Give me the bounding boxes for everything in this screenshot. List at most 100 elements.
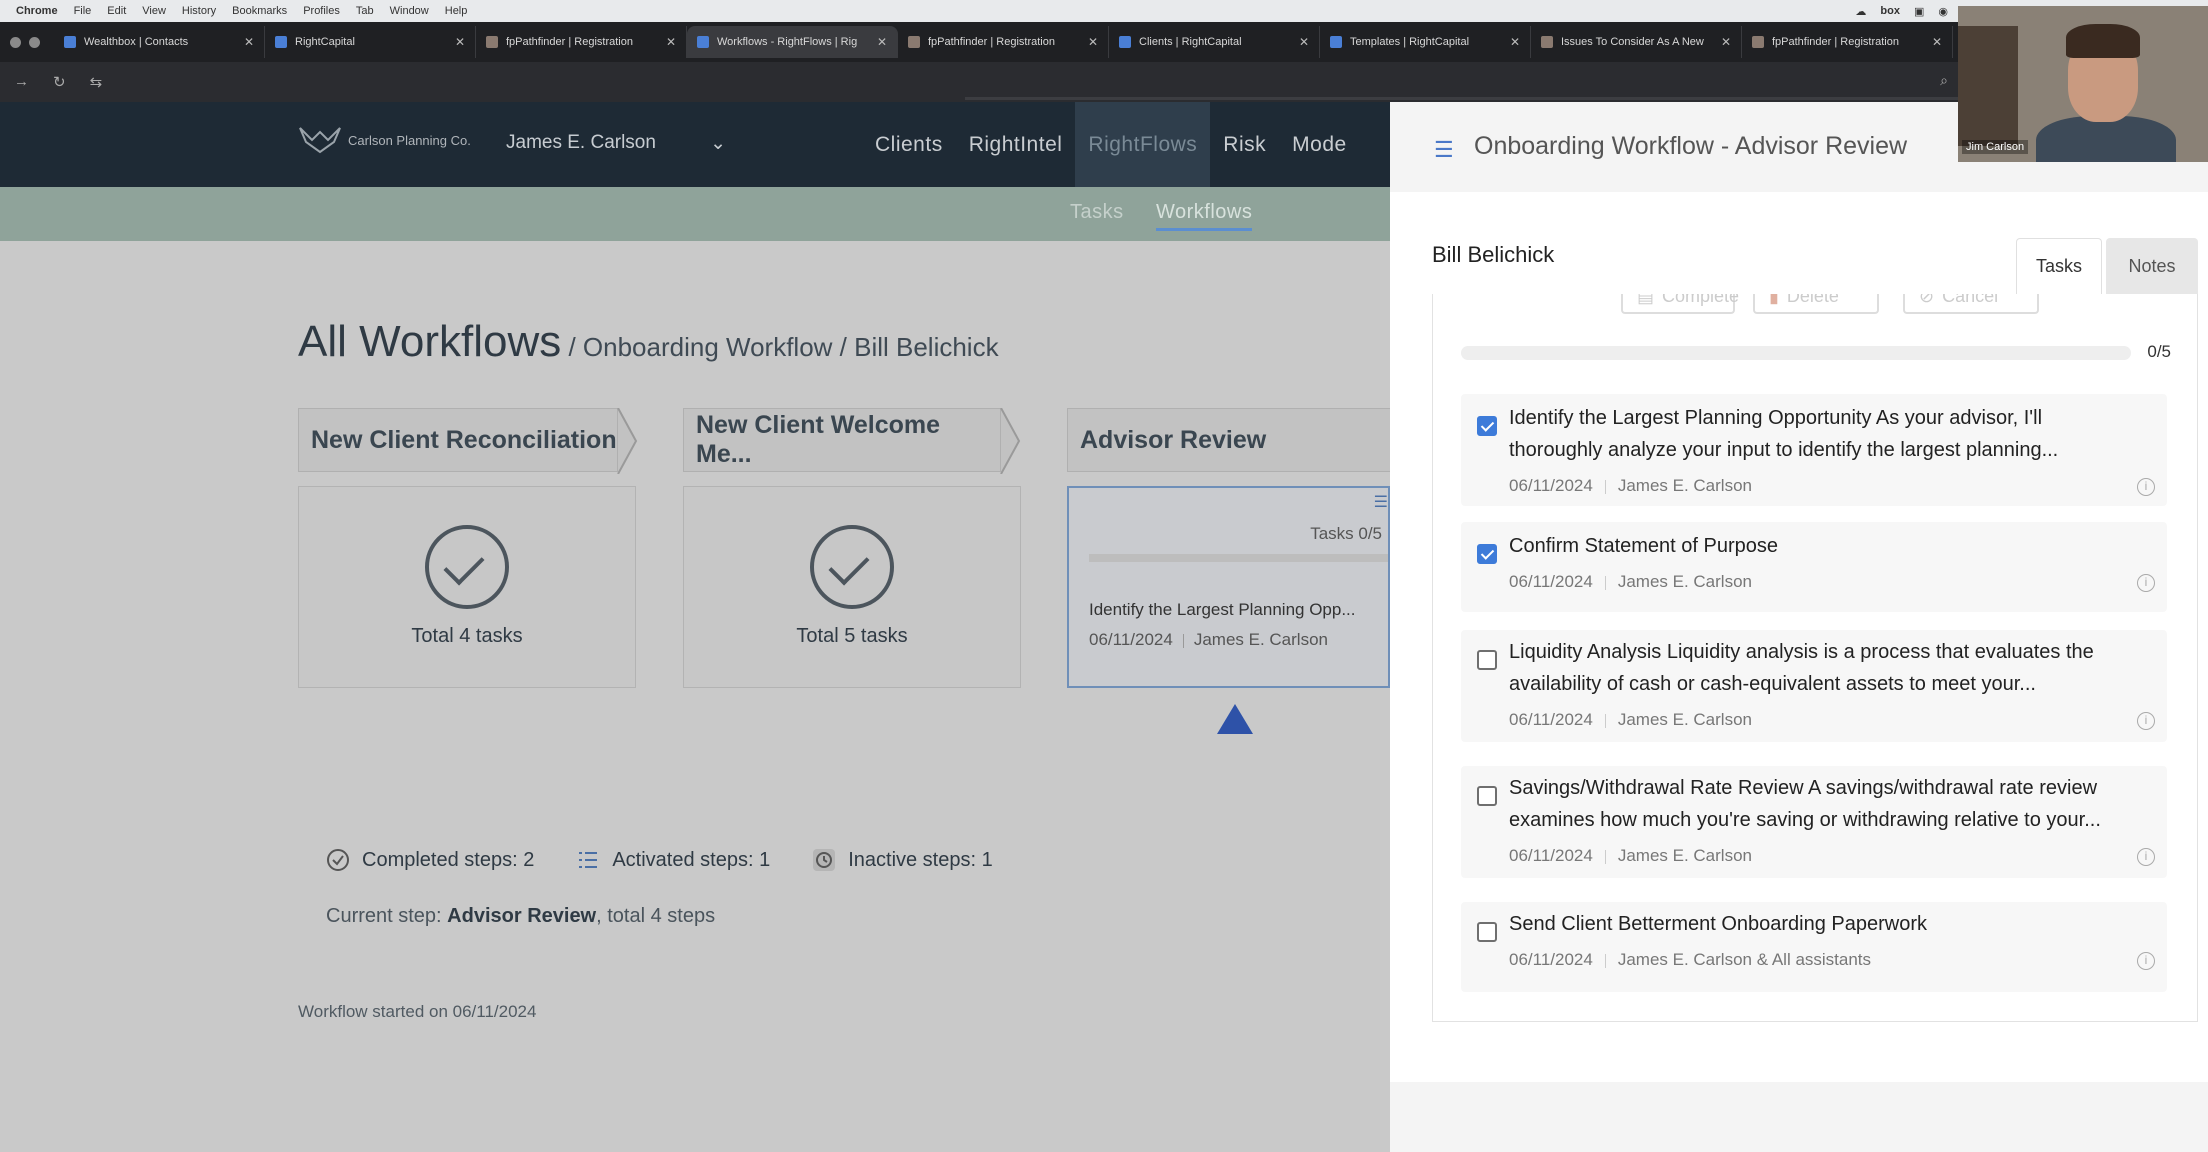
browser-tab[interactable]: fpPathfinder | Registration ✕ bbox=[898, 26, 1109, 58]
close-tab-icon[interactable]: ✕ bbox=[1510, 35, 1520, 49]
browser-tab-active[interactable]: Workflows - RightFlows | Rig ✕ bbox=[687, 26, 898, 58]
browser-tab[interactable]: Clients | RightCapital ✕ bbox=[1109, 26, 1320, 58]
task-owner: James E. Carlson bbox=[1617, 572, 1752, 591]
tab-title: fpPathfinder | Registration bbox=[928, 36, 1055, 48]
site-settings-icon[interactable]: ⇆ bbox=[90, 73, 103, 91]
check-circle-icon bbox=[425, 525, 509, 609]
address-bar[interactable] bbox=[965, 97, 2005, 100]
step-arrow-icon bbox=[617, 408, 638, 474]
task-meta: 06/11/2024 James E. Carlson & All assista… bbox=[1509, 950, 1871, 970]
task-checkbox[interactable] bbox=[1477, 544, 1497, 564]
reload-icon[interactable]: ↻ bbox=[53, 73, 66, 91]
breadcrumb-root[interactable]: All Workflows bbox=[298, 317, 561, 366]
step-advisor-review[interactable]: Advisor Review bbox=[1067, 408, 1390, 472]
menu-help[interactable]: Help bbox=[445, 5, 468, 17]
task-checkbox[interactable] bbox=[1477, 786, 1497, 806]
forward-icon[interactable]: → bbox=[14, 73, 29, 91]
tab-notes[interactable]: Notes bbox=[2106, 238, 2198, 294]
browser-tab[interactable]: fpPathfinder | Registration ✕ bbox=[476, 26, 687, 58]
tab-title: RightCapital bbox=[295, 36, 355, 48]
close-tab-icon[interactable]: ✕ bbox=[1721, 35, 1731, 49]
task-item[interactable]: Identify the Largest Planning Opportunit… bbox=[1461, 394, 2167, 506]
step-new-client-welcome[interactable]: New Client Welcome Me... bbox=[683, 408, 1001, 472]
window-controls bbox=[10, 36, 40, 48]
menu-chrome[interactable]: Chrome bbox=[16, 5, 58, 17]
browser-tab[interactable]: fpPathfinder | Registration ✕ bbox=[1742, 26, 1953, 58]
sub-navigation: Tasks Workflows bbox=[0, 187, 1390, 241]
info-icon[interactable]: i bbox=[2137, 574, 2155, 592]
task-checkbox[interactable] bbox=[1477, 922, 1497, 942]
task-checkbox[interactable] bbox=[1477, 650, 1497, 670]
menu-file[interactable]: File bbox=[74, 5, 92, 17]
task-date: 06/11/2024 bbox=[1509, 710, 1593, 729]
close-tab-icon[interactable]: ✕ bbox=[877, 35, 887, 49]
tab-tasks[interactable]: Tasks bbox=[2016, 238, 2102, 294]
delete-button[interactable]: ▮ Delete bbox=[1753, 294, 1879, 314]
info-icon[interactable]: i bbox=[2137, 848, 2155, 866]
task-item[interactable]: Confirm Statement of Purpose 06/11/2024 J… bbox=[1461, 522, 2167, 612]
nav-modeling[interactable]: Mode bbox=[1279, 102, 1360, 187]
close-tab-icon[interactable]: ✕ bbox=[244, 35, 254, 49]
nav-rightintel[interactable]: RightIntel bbox=[956, 102, 1076, 187]
close-tab-icon[interactable]: ✕ bbox=[1088, 35, 1098, 49]
info-icon[interactable]: i bbox=[2137, 712, 2155, 730]
task-meta: 06/11/2024 James E. Carlson bbox=[1509, 476, 1752, 496]
menubar-status-area: ☁ box ▣ ◉ bbox=[1855, 5, 1948, 18]
nav-risk[interactable]: Risk bbox=[1210, 102, 1279, 187]
close-tab-icon[interactable]: ✕ bbox=[455, 35, 465, 49]
task-checkbox[interactable] bbox=[1477, 416, 1497, 436]
tasks-progress-text: 0/5 bbox=[2147, 342, 2171, 361]
step-card-task-title[interactable]: Identify the Largest Planning Opp... bbox=[1089, 600, 1356, 620]
complete-button[interactable]: ▤ Complete bbox=[1621, 294, 1739, 314]
panel-footer bbox=[1390, 1082, 2208, 1152]
info-icon[interactable]: i bbox=[2137, 478, 2155, 496]
tasks-list-container: ▤ Complete ▮ Delete ⊘ Cancel 0/5 Identify t… bbox=[1432, 294, 2198, 1022]
close-tab-icon[interactable]: ✕ bbox=[666, 35, 676, 49]
user-select[interactable]: James E. Carlson ⌄ bbox=[506, 132, 726, 155]
cloud-icon[interactable]: ☁ bbox=[1855, 5, 1866, 18]
close-tab-icon[interactable]: ✕ bbox=[1932, 35, 1942, 49]
subnav-tasks[interactable]: Tasks bbox=[1070, 201, 1124, 224]
browser-nav-buttons: → ↻ ⇆ bbox=[14, 73, 102, 91]
task-list-icon[interactable]: ☰ bbox=[1374, 492, 1388, 512]
eagle-logo-icon bbox=[299, 127, 341, 154]
browser-tab[interactable]: Wealthbox | Contacts ✕ bbox=[54, 26, 265, 58]
task-owner: James E. Carlson & All assistants bbox=[1617, 950, 1872, 969]
box-label[interactable]: box bbox=[1880, 5, 1900, 17]
step-new-client-reconciliation[interactable]: New Client Reconciliation bbox=[298, 408, 618, 472]
minimize-window-icon[interactable] bbox=[29, 36, 40, 48]
step-card-completed[interactable]: Total 4 tasks bbox=[298, 486, 636, 688]
company-logo[interactable]: Carlson Planning Co. bbox=[298, 124, 471, 156]
workflow-side-panel: ☰ Onboarding Workflow - Advisor Review B… bbox=[1390, 102, 2208, 1152]
zoom-icon[interactable]: ⌕ bbox=[1940, 72, 1948, 89]
menu-history[interactable]: History bbox=[182, 5, 216, 17]
menu-tab[interactable]: Tab bbox=[356, 5, 374, 17]
step-card-completed[interactable]: Total 5 tasks bbox=[683, 486, 1021, 688]
task-date: 06/11/2024 bbox=[1509, 476, 1593, 495]
menu-view[interactable]: View bbox=[142, 5, 166, 17]
tab-title: Issues To Consider As A New bbox=[1561, 36, 1704, 48]
step-card-active[interactable]: ☰ Tasks 0/5 Identify the Largest Plannin… bbox=[1067, 486, 1390, 688]
favicon-icon bbox=[1119, 36, 1131, 48]
complete-label: Complete bbox=[1662, 294, 1740, 306]
task-item[interactable]: Liquidity Analysis Liquidity analysis is… bbox=[1461, 630, 2167, 742]
close-tab-icon[interactable]: ✕ bbox=[1299, 35, 1309, 49]
subnav-workflows[interactable]: Workflows bbox=[1156, 201, 1253, 231]
menu-profiles[interactable]: Profiles bbox=[303, 5, 340, 17]
task-item[interactable]: Savings/Withdrawal Rate Review A savings… bbox=[1461, 766, 2167, 878]
info-icon[interactable]: i bbox=[2137, 952, 2155, 970]
inactive-steps-text: Inactive steps: 1 bbox=[848, 848, 993, 871]
menu-window[interactable]: Window bbox=[390, 5, 429, 17]
status-icon[interactable]: ◉ bbox=[1938, 5, 1948, 18]
nav-rightflows[interactable]: RightFlows bbox=[1075, 102, 1211, 187]
menu-bookmarks[interactable]: Bookmarks bbox=[232, 5, 287, 17]
task-item[interactable]: Send Client Betterment Onboarding Paperw… bbox=[1461, 902, 2167, 992]
browser-tab[interactable]: Issues To Consider As A New ✕ bbox=[1531, 26, 1742, 58]
browser-tab[interactable]: Templates | RightCapital ✕ bbox=[1320, 26, 1531, 58]
close-window-icon[interactable] bbox=[10, 36, 21, 48]
nav-clients[interactable]: Clients bbox=[862, 102, 956, 187]
app-icon[interactable]: ▣ bbox=[1914, 5, 1924, 18]
browser-tab[interactable]: RightCapital ✕ bbox=[265, 26, 476, 58]
cancel-button[interactable]: ⊘ Cancel bbox=[1903, 294, 2039, 314]
menu-edit[interactable]: Edit bbox=[107, 5, 126, 17]
